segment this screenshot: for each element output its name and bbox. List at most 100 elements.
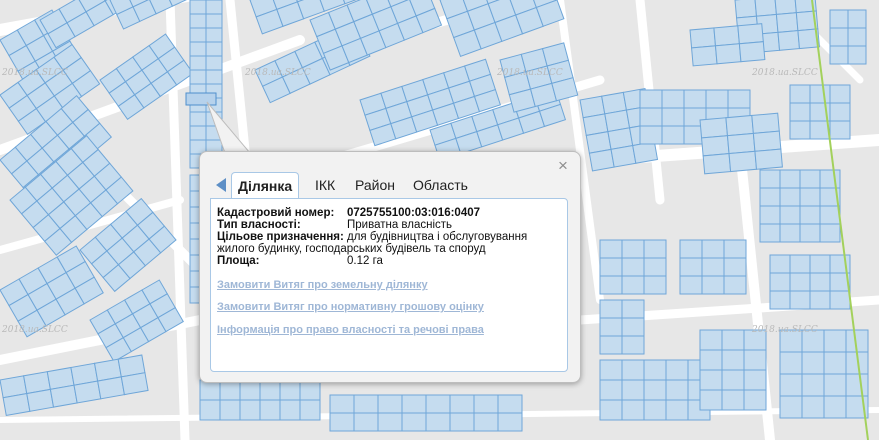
parcel-block[interactable]: [599, 299, 645, 355]
parcel[interactable]: [705, 89, 729, 109]
parcel[interactable]: [683, 89, 707, 109]
parcel-block[interactable]: [329, 394, 523, 432]
parcel[interactable]: [621, 359, 645, 381]
parcel[interactable]: [743, 369, 767, 391]
parcel[interactable]: [621, 379, 645, 401]
parcel[interactable]: [97, 376, 126, 400]
parcel[interactable]: [779, 223, 801, 243]
parcel[interactable]: [621, 317, 645, 337]
parcel[interactable]: [737, 23, 764, 45]
parcel-block[interactable]: [699, 112, 783, 175]
parcel[interactable]: [759, 187, 781, 207]
order-land-extract-link[interactable]: Замовити Витяг про земельну ділянку: [217, 279, 428, 291]
parcel[interactable]: [661, 125, 685, 145]
parcel[interactable]: [497, 412, 523, 432]
parcel[interactable]: [725, 114, 754, 137]
parcel[interactable]: [279, 379, 301, 401]
parcel[interactable]: [829, 27, 849, 47]
parcel[interactable]: [425, 412, 451, 432]
parcel[interactable]: [779, 373, 803, 397]
parcel[interactable]: [259, 399, 281, 421]
parcel[interactable]: [734, 0, 758, 19]
parcel[interactable]: [779, 205, 801, 225]
parcel[interactable]: [329, 394, 355, 414]
parcel[interactable]: [689, 27, 717, 49]
parcel[interactable]: [701, 135, 730, 157]
parcel-block[interactable]: [199, 379, 321, 421]
parcel[interactable]: [599, 317, 623, 337]
parcel[interactable]: [769, 272, 791, 292]
parcel[interactable]: [823, 373, 847, 397]
ownership-rights-info-link[interactable]: Інформація про право власності та речові…: [217, 324, 484, 336]
parcel[interactable]: [643, 239, 667, 259]
parcel[interactable]: [189, 69, 207, 85]
parcel[interactable]: [219, 399, 241, 421]
parcel[interactable]: [401, 394, 427, 414]
parcel[interactable]: [189, 27, 207, 43]
parcel[interactable]: [239, 379, 261, 401]
parcel[interactable]: [809, 290, 831, 310]
parcel[interactable]: [643, 399, 667, 421]
parcel[interactable]: [643, 359, 667, 381]
parcel[interactable]: [789, 120, 811, 140]
parcel[interactable]: [219, 379, 241, 401]
parcel[interactable]: [799, 205, 821, 225]
parcel[interactable]: [639, 107, 663, 127]
parcel[interactable]: [661, 89, 685, 109]
parcel[interactable]: [599, 239, 623, 259]
parcel[interactable]: [449, 394, 475, 414]
parcel[interactable]: [752, 130, 782, 152]
parcel[interactable]: [679, 257, 703, 277]
parcel[interactable]: [759, 205, 781, 225]
parcel-block[interactable]: [789, 84, 851, 140]
parcel[interactable]: [353, 394, 379, 414]
parcel[interactable]: [259, 379, 281, 401]
parcel[interactable]: [789, 102, 811, 122]
parcel[interactable]: [847, 45, 867, 65]
parcel[interactable]: [823, 395, 847, 419]
parcel[interactable]: [723, 275, 747, 295]
parcel[interactable]: [847, 27, 867, 47]
parcel[interactable]: [829, 84, 851, 104]
parcel[interactable]: [599, 299, 623, 319]
parcel[interactable]: [789, 254, 811, 274]
parcel[interactable]: [610, 144, 637, 168]
parcel[interactable]: [473, 412, 499, 432]
parcel[interactable]: [299, 379, 321, 401]
parcel[interactable]: [726, 132, 756, 155]
parcel[interactable]: [621, 239, 645, 259]
parcel[interactable]: [699, 329, 723, 351]
parcel[interactable]: [205, 55, 223, 71]
parcel[interactable]: [473, 394, 499, 414]
parcel[interactable]: [847, 9, 867, 29]
parcel[interactable]: [829, 290, 851, 310]
parcel[interactable]: [759, 223, 781, 243]
parcel[interactable]: [632, 141, 659, 164]
parcel[interactable]: [751, 112, 780, 134]
parcel[interactable]: [754, 0, 777, 17]
parcel[interactable]: [789, 84, 811, 104]
parcel[interactable]: [599, 359, 623, 381]
parcel[interactable]: [723, 239, 747, 259]
parcel[interactable]: [205, 41, 223, 57]
parcel[interactable]: [189, 55, 207, 71]
parcel[interactable]: [701, 257, 725, 277]
parcel[interactable]: [701, 275, 725, 295]
parcel[interactable]: [199, 379, 221, 401]
close-button[interactable]: ×: [555, 157, 571, 174]
parcel[interactable]: [329, 412, 355, 432]
parcel[interactable]: [809, 84, 831, 104]
parcel[interactable]: [665, 379, 689, 401]
parcel[interactable]: [701, 239, 725, 259]
parcel[interactable]: [189, 111, 207, 127]
parcel[interactable]: [721, 389, 745, 411]
parcel[interactable]: [738, 41, 766, 63]
parcel-block[interactable]: [599, 239, 667, 295]
parcel[interactable]: [691, 45, 718, 67]
parcel[interactable]: [621, 275, 645, 295]
parcel[interactable]: [639, 89, 663, 109]
parcel[interactable]: [377, 412, 403, 432]
parcel[interactable]: [699, 349, 723, 371]
parcel[interactable]: [809, 272, 831, 292]
parcel[interactable]: [789, 290, 811, 310]
